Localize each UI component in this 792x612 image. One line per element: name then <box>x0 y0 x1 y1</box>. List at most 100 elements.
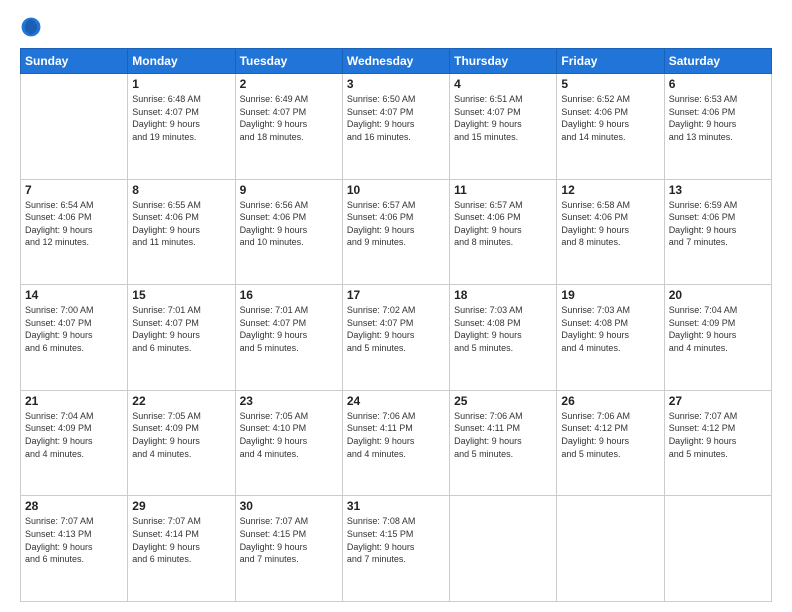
day-info: Sunrise: 6:52 AMSunset: 4:06 PMDaylight:… <box>561 93 659 143</box>
day-number: 28 <box>25 499 123 513</box>
day-number: 31 <box>347 499 445 513</box>
day-number: 7 <box>25 183 123 197</box>
calendar-page: SundayMondayTuesdayWednesdayThursdayFrid… <box>0 0 792 612</box>
calendar-cell: 2 Sunrise: 6:49 AMSunset: 4:07 PMDaylight… <box>235 74 342 180</box>
calendar-cell: 25 Sunrise: 7:06 AMSunset: 4:11 PMDayligh… <box>450 390 557 496</box>
day-number: 4 <box>454 77 552 91</box>
calendar-cell <box>450 496 557 602</box>
day-info: Sunrise: 7:07 AMSunset: 4:13 PMDaylight:… <box>25 515 123 565</box>
calendar-week-row: 7 Sunrise: 6:54 AMSunset: 4:06 PMDaylight… <box>21 179 772 285</box>
day-info: Sunrise: 6:51 AMSunset: 4:07 PMDaylight:… <box>454 93 552 143</box>
day-number: 12 <box>561 183 659 197</box>
day-number: 24 <box>347 394 445 408</box>
day-info: Sunrise: 7:06 AMSunset: 4:12 PMDaylight:… <box>561 410 659 460</box>
day-info: Sunrise: 7:07 AMSunset: 4:12 PMDaylight:… <box>669 410 767 460</box>
calendar-cell: 4 Sunrise: 6:51 AMSunset: 4:07 PMDaylight… <box>450 74 557 180</box>
calendar-cell: 17 Sunrise: 7:02 AMSunset: 4:07 PMDayligh… <box>342 285 449 391</box>
calendar-weekday-wednesday: Wednesday <box>342 49 449 74</box>
day-number: 13 <box>669 183 767 197</box>
day-info: Sunrise: 7:04 AMSunset: 4:09 PMDaylight:… <box>25 410 123 460</box>
day-info: Sunrise: 6:58 AMSunset: 4:06 PMDaylight:… <box>561 199 659 249</box>
calendar-cell: 10 Sunrise: 6:57 AMSunset: 4:06 PMDayligh… <box>342 179 449 285</box>
calendar-cell: 18 Sunrise: 7:03 AMSunset: 4:08 PMDayligh… <box>450 285 557 391</box>
calendar-cell: 19Sunrise: 7:03 AMSunset: 4:08 PMDayligh… <box>557 285 664 391</box>
calendar-cell: 30Sunrise: 7:07 AMSunset: 4:15 PMDayligh… <box>235 496 342 602</box>
calendar-cell: 8Sunrise: 6:55 AMSunset: 4:06 PMDaylight… <box>128 179 235 285</box>
calendar-weekday-friday: Friday <box>557 49 664 74</box>
calendar-cell: 9 Sunrise: 6:56 AMSunset: 4:06 PMDaylight… <box>235 179 342 285</box>
calendar-cell: 7 Sunrise: 6:54 AMSunset: 4:06 PMDaylight… <box>21 179 128 285</box>
day-number: 17 <box>347 288 445 302</box>
day-info: Sunrise: 7:07 AMSunset: 4:14 PMDaylight:… <box>132 515 230 565</box>
calendar-cell: 11 Sunrise: 6:57 AMSunset: 4:06 PMDayligh… <box>450 179 557 285</box>
calendar-cell: 29 Sunrise: 7:07 AMSunset: 4:14 PMDayligh… <box>128 496 235 602</box>
logo-icon <box>20 16 42 38</box>
calendar-cell: 6Sunrise: 6:53 AMSunset: 4:06 PMDaylight… <box>664 74 771 180</box>
day-info: Sunrise: 6:48 AMSunset: 4:07 PMDaylight:… <box>132 93 230 143</box>
calendar-header-row: SundayMondayTuesdayWednesdayThursdayFrid… <box>21 49 772 74</box>
calendar-weekday-thursday: Thursday <box>450 49 557 74</box>
day-info: Sunrise: 6:49 AMSunset: 4:07 PMDaylight:… <box>240 93 338 143</box>
day-number: 10 <box>347 183 445 197</box>
calendar-cell: 13 Sunrise: 6:59 AMSunset: 4:06 PMDayligh… <box>664 179 771 285</box>
day-number: 11 <box>454 183 552 197</box>
calendar-week-row: 21 Sunrise: 7:04 AMSunset: 4:09 PMDayligh… <box>21 390 772 496</box>
calendar-cell: 22Sunrise: 7:05 AMSunset: 4:09 PMDayligh… <box>128 390 235 496</box>
day-info: Sunrise: 7:06 AMSunset: 4:11 PMDaylight:… <box>347 410 445 460</box>
day-number: 25 <box>454 394 552 408</box>
day-number: 22 <box>132 394 230 408</box>
day-info: Sunrise: 6:57 AMSunset: 4:06 PMDaylight:… <box>347 199 445 249</box>
calendar-weekday-monday: Monday <box>128 49 235 74</box>
calendar-cell: 26 Sunrise: 7:06 AMSunset: 4:12 PMDayligh… <box>557 390 664 496</box>
calendar-weekday-saturday: Saturday <box>664 49 771 74</box>
calendar-cell: 14 Sunrise: 7:00 AMSunset: 4:07 PMDayligh… <box>21 285 128 391</box>
day-info: Sunrise: 7:02 AMSunset: 4:07 PMDaylight:… <box>347 304 445 354</box>
day-number: 29 <box>132 499 230 513</box>
day-info: Sunrise: 7:00 AMSunset: 4:07 PMDaylight:… <box>25 304 123 354</box>
calendar-week-row: 14 Sunrise: 7:00 AMSunset: 4:07 PMDayligh… <box>21 285 772 391</box>
calendar-cell: 15 Sunrise: 7:01 AMSunset: 4:07 PMDayligh… <box>128 285 235 391</box>
day-info: Sunrise: 6:59 AMSunset: 4:06 PMDaylight:… <box>669 199 767 249</box>
calendar-week-row: 28 Sunrise: 7:07 AMSunset: 4:13 PMDayligh… <box>21 496 772 602</box>
day-number: 2 <box>240 77 338 91</box>
day-number: 20 <box>669 288 767 302</box>
day-info: Sunrise: 7:06 AMSunset: 4:11 PMDaylight:… <box>454 410 552 460</box>
day-info: Sunrise: 7:01 AMSunset: 4:07 PMDaylight:… <box>240 304 338 354</box>
calendar-cell: 24 Sunrise: 7:06 AMSunset: 4:11 PMDayligh… <box>342 390 449 496</box>
calendar-cell: 1 Sunrise: 6:48 AMSunset: 4:07 PMDaylight… <box>128 74 235 180</box>
day-number: 26 <box>561 394 659 408</box>
calendar-weekday-sunday: Sunday <box>21 49 128 74</box>
day-number: 23 <box>240 394 338 408</box>
day-info: Sunrise: 6:56 AMSunset: 4:06 PMDaylight:… <box>240 199 338 249</box>
calendar-cell: 5Sunrise: 6:52 AMSunset: 4:06 PMDaylight… <box>557 74 664 180</box>
calendar-cell <box>21 74 128 180</box>
day-info: Sunrise: 7:04 AMSunset: 4:09 PMDaylight:… <box>669 304 767 354</box>
header <box>20 16 772 38</box>
calendar-cell: 3 Sunrise: 6:50 AMSunset: 4:07 PMDaylight… <box>342 74 449 180</box>
day-info: Sunrise: 7:03 AMSunset: 4:08 PMDaylight:… <box>454 304 552 354</box>
day-number: 19 <box>561 288 659 302</box>
calendar-cell: 20 Sunrise: 7:04 AMSunset: 4:09 PMDayligh… <box>664 285 771 391</box>
calendar-cell: 16Sunrise: 7:01 AMSunset: 4:07 PMDayligh… <box>235 285 342 391</box>
day-info: Sunrise: 6:57 AMSunset: 4:06 PMDaylight:… <box>454 199 552 249</box>
day-number: 6 <box>669 77 767 91</box>
day-info: Sunrise: 6:50 AMSunset: 4:07 PMDaylight:… <box>347 93 445 143</box>
day-number: 14 <box>25 288 123 302</box>
calendar-cell <box>664 496 771 602</box>
day-info: Sunrise: 7:08 AMSunset: 4:15 PMDaylight:… <box>347 515 445 565</box>
calendar-cell: 23 Sunrise: 7:05 AMSunset: 4:10 PMDayligh… <box>235 390 342 496</box>
day-number: 21 <box>25 394 123 408</box>
day-info: Sunrise: 7:07 AMSunset: 4:15 PMDaylight:… <box>240 515 338 565</box>
day-number: 27 <box>669 394 767 408</box>
day-info: Sunrise: 7:01 AMSunset: 4:07 PMDaylight:… <box>132 304 230 354</box>
logo <box>20 16 46 38</box>
day-info: Sunrise: 7:05 AMSunset: 4:10 PMDaylight:… <box>240 410 338 460</box>
day-number: 18 <box>454 288 552 302</box>
day-info: Sunrise: 6:54 AMSunset: 4:06 PMDaylight:… <box>25 199 123 249</box>
day-number: 1 <box>132 77 230 91</box>
day-number: 9 <box>240 183 338 197</box>
day-number: 15 <box>132 288 230 302</box>
calendar-cell: 27 Sunrise: 7:07 AMSunset: 4:12 PMDayligh… <box>664 390 771 496</box>
day-info: Sunrise: 6:55 AMSunset: 4:06 PMDaylight:… <box>132 199 230 249</box>
day-number: 3 <box>347 77 445 91</box>
